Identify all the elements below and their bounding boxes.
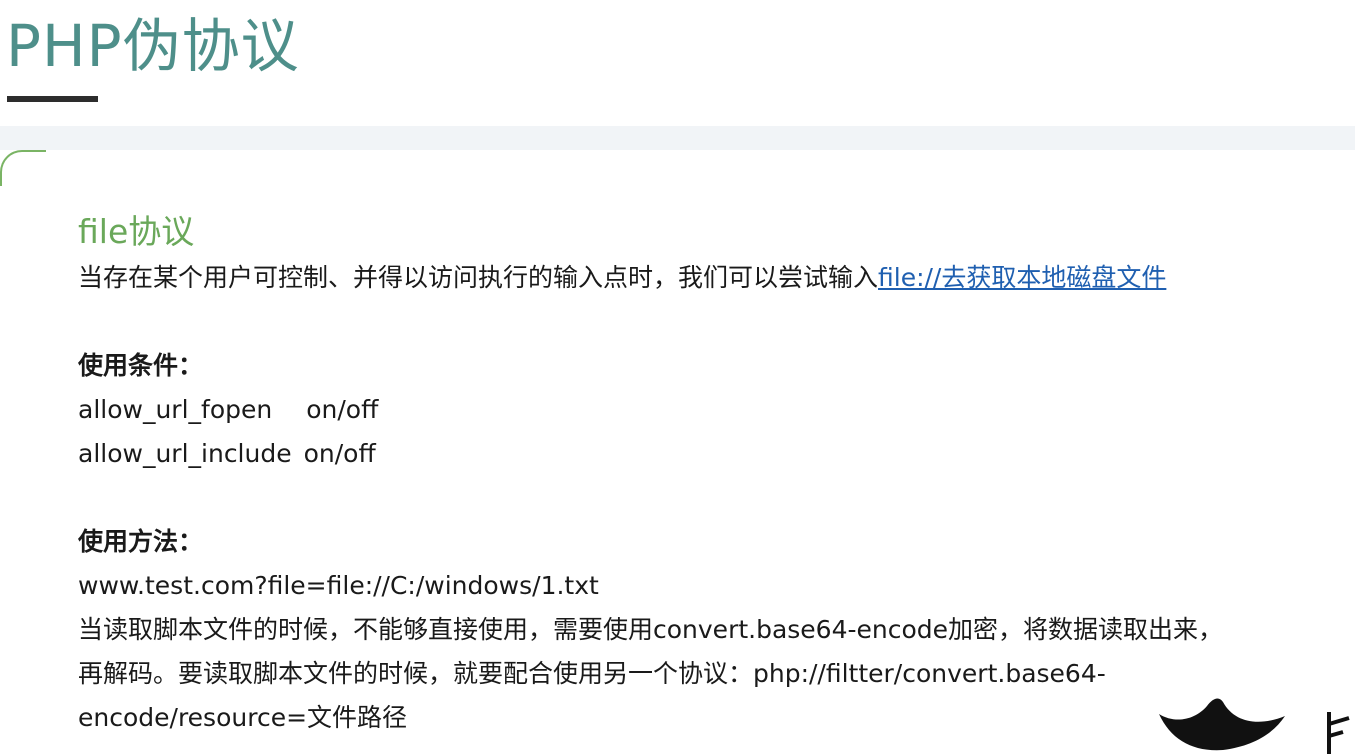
card-corner-accent: [0, 150, 46, 186]
condition-value: on/off: [303, 439, 376, 468]
intro-text: 当存在某个用户可控制、并得以访问执行的输入点时，我们可以尝试输入: [78, 263, 879, 292]
intro-paragraph: 当存在某个用户可控制、并得以访问执行的输入点时，我们可以尝试输入file://去…: [78, 256, 1355, 300]
usage-heading: 使用方法：: [78, 527, 204, 556]
condition-row: allow_url_include on/off: [78, 432, 1355, 476]
usage-example: www.test.com?file=file://C:/windows/1.tx…: [78, 571, 599, 600]
crown-logo-icon: [1159, 698, 1350, 754]
usage-line: 当读取脚本文件的时候，不能够直接使用，需要使用convert.base64-en…: [78, 615, 1224, 644]
watermark: [1047, 694, 1355, 754]
content-area: file协议 当存在某个用户可控制、并得以访问执行的输入点时，我们可以尝试输入f…: [78, 208, 1355, 740]
section-heading: file协议: [78, 212, 195, 251]
condition-value: on/off: [306, 395, 379, 424]
condition-name: allow_url_include: [78, 439, 292, 468]
conditions-heading: 使用条件：: [78, 351, 204, 380]
condition-row: allow_url_fopen on/off: [78, 388, 1355, 432]
condition-name: allow_url_fopen: [78, 395, 273, 424]
file-protocol-link[interactable]: file://去获取本地磁盘文件: [878, 263, 1166, 292]
usage-line: 再解码。要读取脚本文件的时候，就要配合使用另一个协议：php://filtter…: [78, 659, 1106, 688]
title-underline: [7, 96, 98, 102]
header-band: [0, 126, 1355, 150]
page-title: PHP伪协议: [6, 12, 300, 80]
